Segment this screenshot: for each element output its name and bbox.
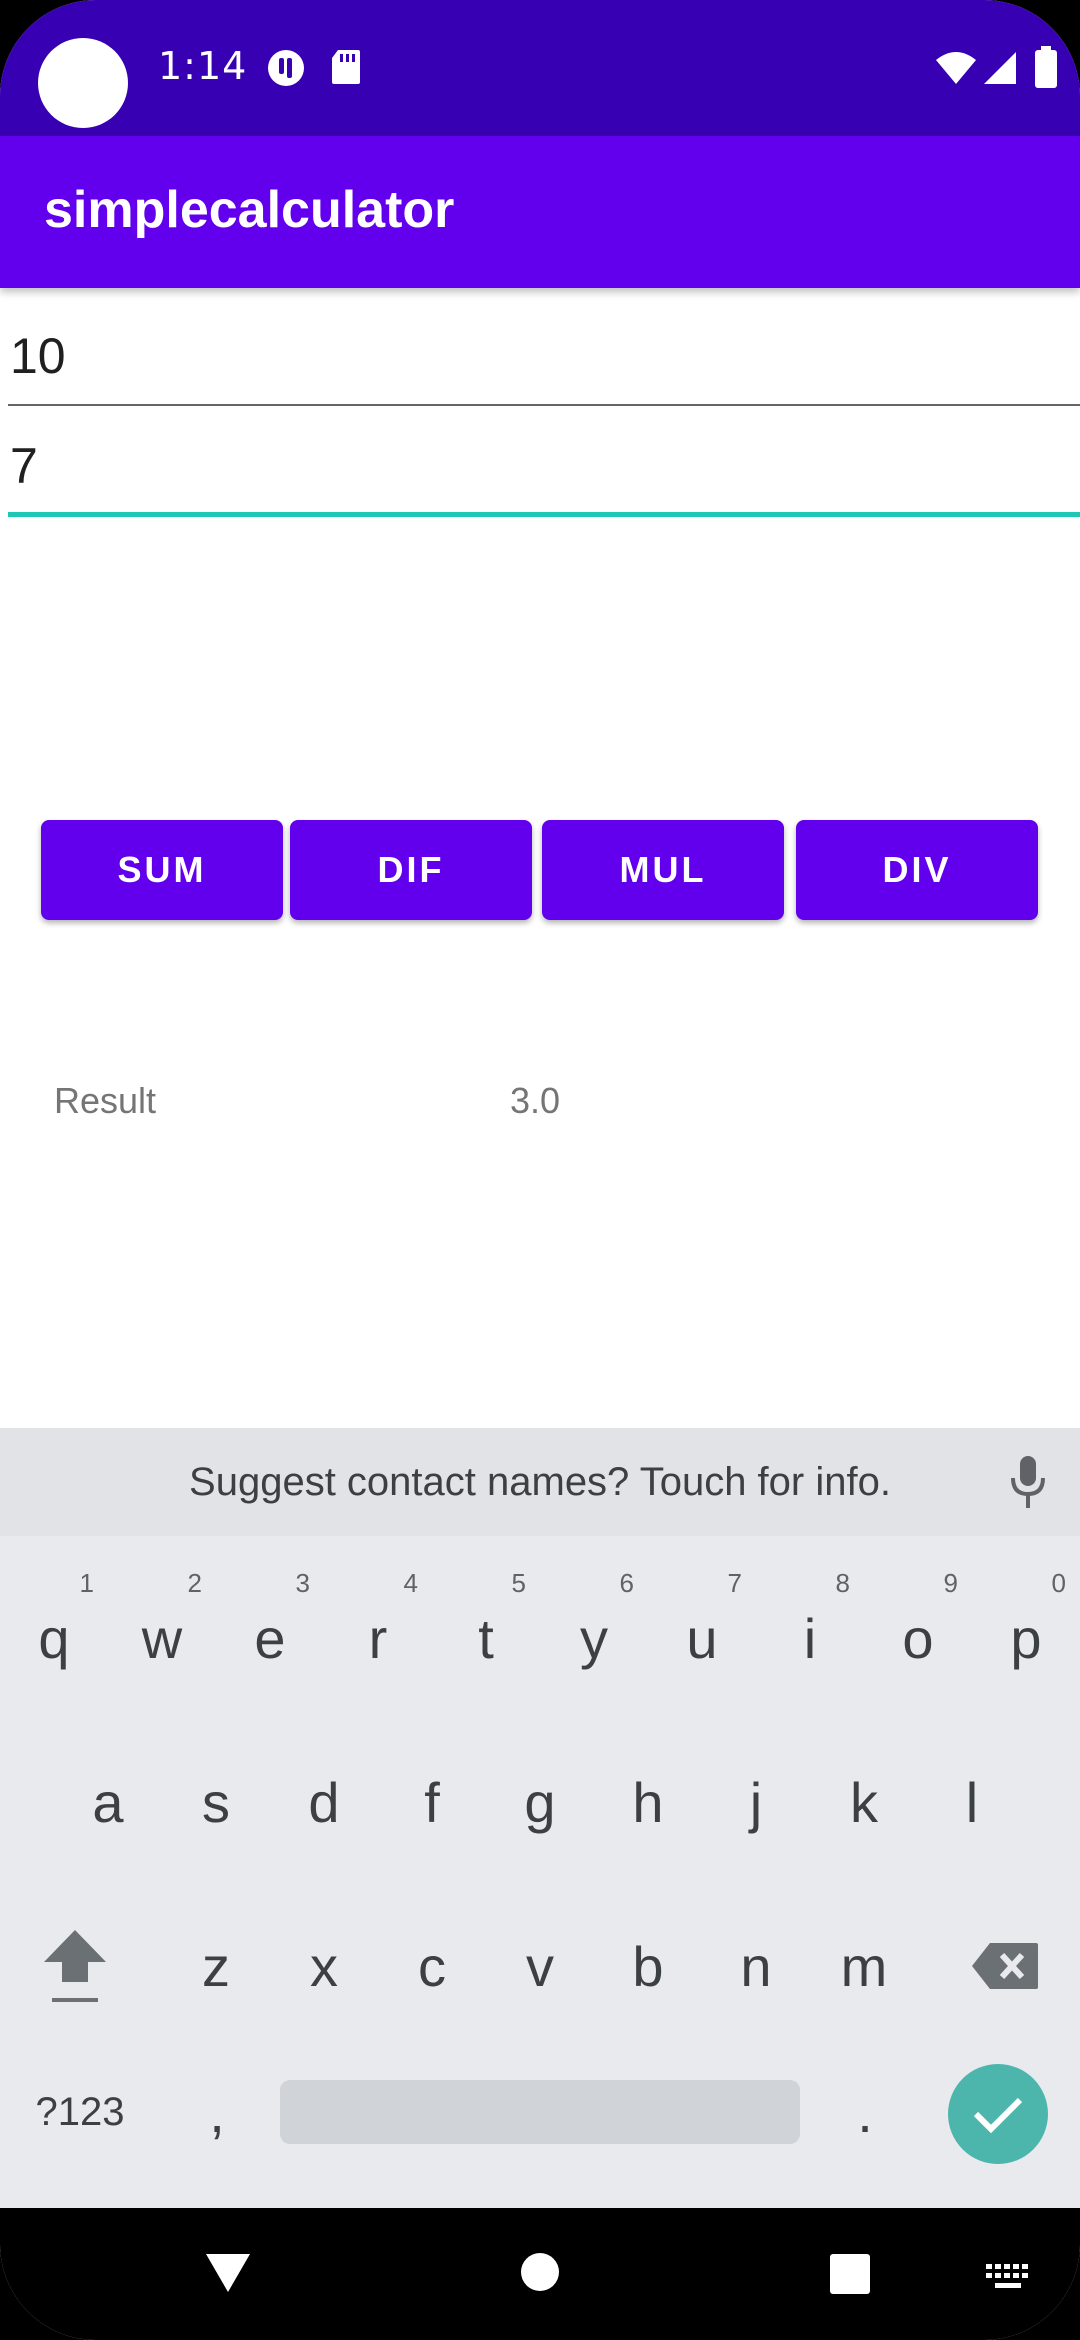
result-value: 3.0: [510, 1080, 561, 1121]
key-b[interactable]: b: [594, 1886, 702, 2046]
key-g[interactable]: g: [486, 1722, 594, 1882]
key-hint: 3: [295, 1568, 310, 1598]
app-screen: 1:14 simplecalculator SUM DIF: [0, 0, 1080, 2340]
div-button[interactable]: DIV: [796, 820, 1038, 920]
keyboard-switch-icon[interactable]: [986, 2264, 1030, 2292]
done-key[interactable]: [948, 2064, 1048, 2164]
key-z[interactable]: z: [162, 1886, 270, 2046]
key-hint: 0: [1051, 1568, 1066, 1598]
back-icon[interactable]: [204, 2252, 252, 2294]
suggestion-strip[interactable]: Suggest contact names? Touch for info.: [0, 1428, 1080, 1536]
key-i[interactable]: i8: [756, 1558, 864, 1718]
key-m[interactable]: m: [810, 1886, 918, 2046]
first-number-input[interactable]: [8, 310, 1080, 410]
key-n[interactable]: n: [702, 1886, 810, 2046]
wifi-icon: [936, 52, 976, 84]
sd-card-icon: [332, 50, 360, 84]
key-o[interactable]: o9: [864, 1558, 972, 1718]
key-a[interactable]: a: [54, 1722, 162, 1882]
key-k[interactable]: k: [810, 1722, 918, 1882]
key-hint: 4: [403, 1568, 418, 1598]
spacebar[interactable]: [280, 2080, 800, 2144]
second-input-underline: [8, 512, 1080, 517]
key-hint: 5: [511, 1568, 526, 1598]
key-hint: 7: [727, 1568, 742, 1598]
status-bar: 1:14: [0, 0, 1080, 136]
camera-cutout: [38, 38, 128, 128]
mul-button[interactable]: MUL: [542, 820, 784, 920]
suggestion-text[interactable]: Suggest contact names? Touch for info.: [0, 1460, 1080, 1505]
key-hint: 8: [835, 1568, 850, 1598]
period-key[interactable]: .: [810, 2032, 920, 2192]
key-hint: 9: [943, 1568, 958, 1598]
shift-icon: [44, 1930, 106, 2002]
battery-icon: [1035, 46, 1057, 88]
microphone-icon[interactable]: [1008, 1454, 1048, 1510]
key-l[interactable]: l: [918, 1722, 1026, 1882]
key-d[interactable]: d: [270, 1722, 378, 1882]
key-t[interactable]: t5: [432, 1558, 540, 1718]
key-c[interactable]: c: [378, 1886, 486, 2046]
key-u[interactable]: u7: [648, 1558, 756, 1718]
recents-icon[interactable]: [830, 2254, 870, 2294]
signal-icon: [984, 52, 1016, 84]
checkmark-icon: [973, 2097, 1023, 2134]
key-hint: 1: [79, 1568, 94, 1598]
soft-keyboard: Suggest contact names? Touch for info. q…: [0, 1428, 1080, 2208]
home-icon[interactable]: [520, 2252, 560, 2292]
backspace-icon: [972, 1943, 1038, 1989]
shift-key[interactable]: [20, 1886, 130, 2046]
status-time: 1:14: [158, 44, 248, 88]
dif-button[interactable]: DIF: [290, 820, 532, 920]
app-bar: simplecalculator: [0, 136, 1080, 288]
key-q[interactable]: q1: [0, 1558, 108, 1718]
key-j[interactable]: j: [702, 1722, 810, 1882]
key-s[interactable]: s: [162, 1722, 270, 1882]
key-p[interactable]: p0: [972, 1558, 1080, 1718]
key-y[interactable]: y6: [540, 1558, 648, 1718]
key-x[interactable]: x: [270, 1886, 378, 2046]
key-e[interactable]: e3: [216, 1558, 324, 1718]
key-w[interactable]: w2: [108, 1558, 216, 1718]
second-number-input[interactable]: [8, 420, 1080, 520]
first-input-underline: [8, 404, 1080, 406]
symbols-key[interactable]: ?123: [20, 2032, 140, 2192]
key-h[interactable]: h: [594, 1722, 702, 1882]
navigation-bar: [0, 2208, 1080, 2340]
key-hint: 2: [187, 1568, 202, 1598]
sum-button[interactable]: SUM: [41, 820, 283, 920]
key-f[interactable]: f: [378, 1722, 486, 1882]
comma-key[interactable]: ,: [162, 2032, 272, 2192]
notification-app-icon: [268, 50, 304, 86]
app-title: simplecalculator: [44, 181, 455, 239]
key-hint: 6: [619, 1568, 634, 1598]
key-r[interactable]: r4: [324, 1558, 432, 1718]
result-label: Result: [54, 1080, 157, 1121]
key-v[interactable]: v: [486, 1886, 594, 2046]
backspace-key[interactable]: [950, 1886, 1060, 2046]
